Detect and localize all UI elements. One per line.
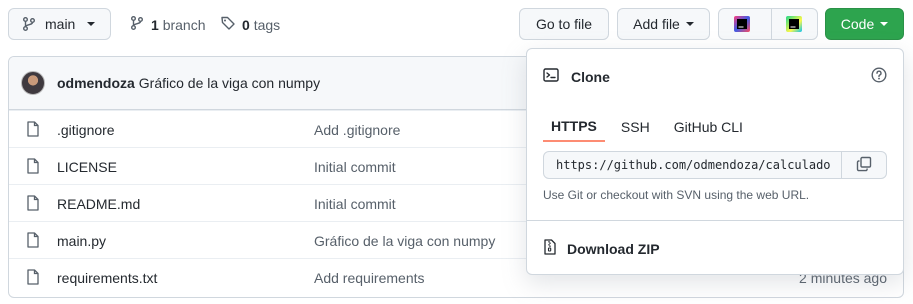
- jetbrains-button[interactable]: [719, 9, 765, 39]
- file-name[interactable]: .gitignore: [57, 122, 115, 138]
- tags-count: 0: [242, 16, 250, 33]
- tags-label: tags: [253, 16, 281, 33]
- tag-icon: [220, 15, 236, 34]
- chevron-down-icon: [880, 22, 889, 26]
- tab-https[interactable]: HTTPS: [543, 111, 605, 142]
- pycharm-button[interactable]: [770, 9, 817, 39]
- download-zip-label: Download ZIP: [567, 240, 660, 257]
- go-to-file-button[interactable]: Go to file: [519, 8, 609, 40]
- file-icon: [26, 158, 40, 177]
- file-icon: [26, 232, 40, 251]
- file-commit-message[interactable]: Add requirements: [314, 270, 425, 286]
- file-name[interactable]: LICENSE: [57, 159, 117, 175]
- clone-popover: Clone HTTPS SSH GitHub CLI https://githu…: [526, 48, 904, 275]
- help-icon[interactable]: [871, 67, 887, 86]
- code-button-label: Code: [840, 16, 875, 32]
- branches-link[interactable]: 1 branch: [129, 15, 206, 34]
- branch-select-button[interactable]: main: [8, 8, 111, 40]
- commit-author[interactable]: odmendoza: [57, 75, 135, 91]
- clone-header: Clone: [543, 67, 610, 86]
- git-branch-icon: [129, 15, 145, 34]
- copy-button[interactable]: [842, 151, 887, 179]
- file-icon: [26, 195, 40, 214]
- clone-title: Clone: [571, 68, 610, 85]
- clone-url-group: https://github.com/odmendoza/calculado: [543, 151, 887, 179]
- clone-hint: Use Git or checkout with SVN using the w…: [543, 188, 810, 202]
- divider: [527, 220, 903, 221]
- copy-icon: [856, 156, 872, 175]
- file-name[interactable]: README.md: [57, 196, 140, 212]
- branch-icon: [21, 16, 37, 32]
- open-in-ide-group: [718, 8, 818, 40]
- tab-github-cli[interactable]: GitHub CLI: [666, 111, 751, 142]
- add-file-button[interactable]: Add file: [617, 8, 710, 40]
- tab-ssh[interactable]: SSH: [613, 111, 658, 142]
- zip-icon: [543, 239, 557, 258]
- file-commit-message[interactable]: Add .gitignore: [314, 122, 400, 138]
- avatar[interactable]: [21, 71, 45, 95]
- file-commit-message[interactable]: Gráfico de la viga con numpy: [314, 233, 495, 249]
- download-zip-button[interactable]: Download ZIP: [543, 239, 660, 258]
- clone-url-input[interactable]: https://github.com/odmendoza/calculado: [543, 151, 842, 179]
- tags-link[interactable]: 0 tags: [220, 15, 280, 34]
- code-button[interactable]: Code: [825, 8, 904, 40]
- file-name[interactable]: main.py: [57, 233, 106, 249]
- branches-label: branch: [162, 16, 206, 33]
- commit-message[interactable]: Gráfico de la viga con numpy: [139, 75, 320, 91]
- file-commit-message[interactable]: Initial commit: [314, 159, 396, 175]
- terminal-icon: [543, 67, 559, 86]
- file-name[interactable]: requirements.txt: [57, 270, 157, 286]
- file-icon: [26, 121, 40, 140]
- clone-tabs: HTTPS SSH GitHub CLI: [543, 111, 759, 143]
- file-icon: [26, 269, 40, 288]
- repo-toolbar: main 1 branch 0 tags Go to file Add file: [0, 0, 913, 48]
- add-file-label: Add file: [633, 16, 680, 32]
- file-commit-message[interactable]: Initial commit: [314, 196, 396, 212]
- chevron-down-icon: [685, 22, 694, 26]
- pycharm-icon: [786, 16, 803, 32]
- chevron-down-icon: [87, 22, 96, 26]
- branch-name: main: [45, 16, 76, 32]
- jetbrains-icon: [733, 16, 750, 32]
- branches-count: 1: [151, 16, 159, 33]
